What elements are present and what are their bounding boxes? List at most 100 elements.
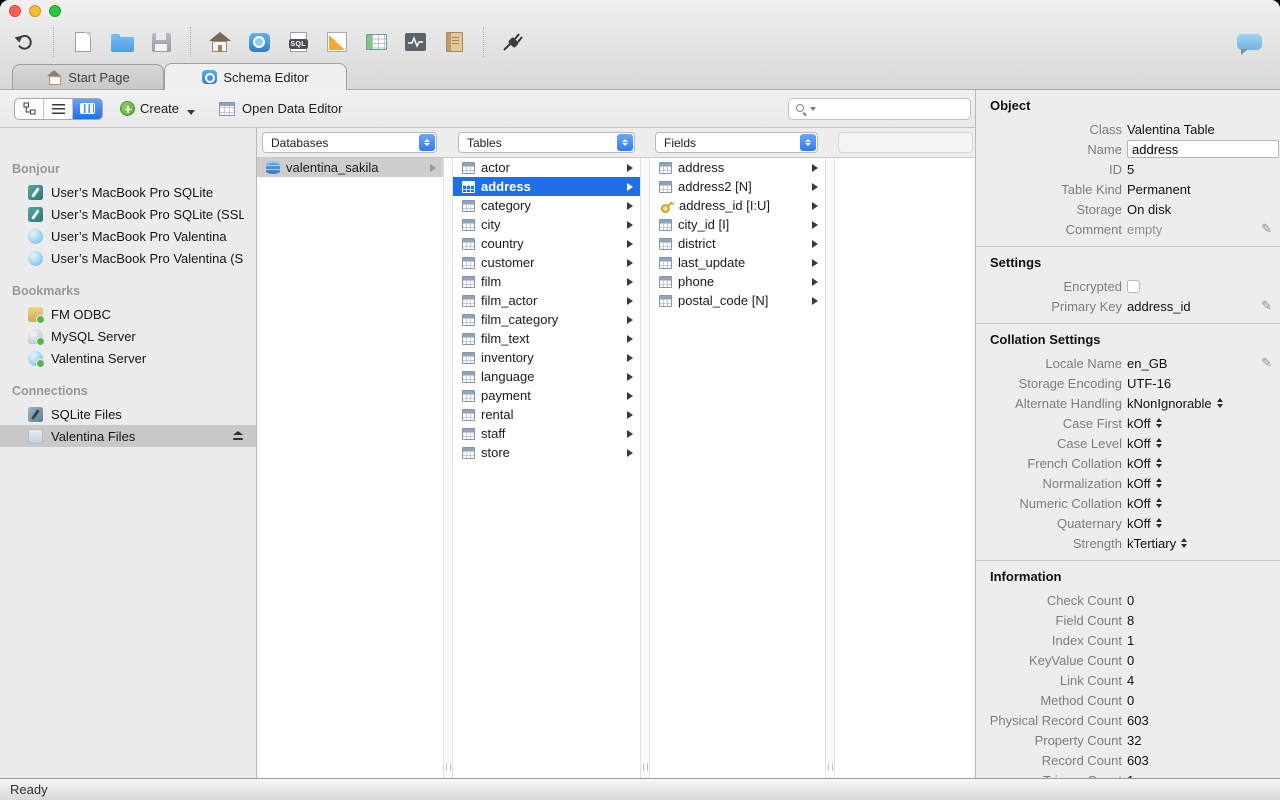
pencil-icon[interactable]: ✎ (1261, 355, 1272, 371)
field-row[interactable]: address_id [I:U] (650, 196, 825, 215)
open-button[interactable] (110, 26, 134, 58)
table-row[interactable]: country (453, 234, 640, 253)
new-document-button[interactable] (71, 26, 95, 58)
information-rows: Check Count 0 Field Count (976, 590, 1280, 778)
property-row: Physical Record Count 603 (976, 710, 1280, 730)
table-row[interactable]: store (453, 443, 640, 462)
fields-list: address address2 [N] address_id [I:U] ci… (650, 158, 825, 778)
search-options-caret-icon[interactable] (810, 107, 816, 111)
table-row[interactable]: film_category (453, 310, 640, 329)
table-icon (462, 314, 475, 326)
log-viewer-button[interactable] (442, 26, 466, 58)
column-resize-handle[interactable] (443, 158, 453, 778)
table-row[interactable]: film_actor (453, 291, 640, 310)
create-button[interactable]: Create (120, 101, 195, 116)
sidebar-item-sqlite-files[interactable]: SQLite Files (0, 403, 256, 425)
table-icon (462, 200, 475, 212)
server-admin-button[interactable] (403, 26, 427, 58)
field-row[interactable]: city_id [I] (650, 215, 825, 234)
table-row[interactable]: inventory (453, 348, 640, 367)
encrypted-checkbox[interactable] (1127, 280, 1140, 293)
close-window-button[interactable] (9, 5, 21, 17)
field-row[interactable]: phone (650, 272, 825, 291)
chevron-down-icon[interactable] (187, 110, 195, 115)
value-stepper-icon[interactable] (1156, 478, 1162, 488)
dropdown-stepper-icon (617, 134, 633, 151)
open-data-editor-button[interactable]: Open Data Editor (219, 101, 342, 116)
tables-dropdown[interactable]: Tables (458, 132, 635, 153)
sidebar-item-fm-odbc[interactable]: FM ODBC (0, 303, 256, 325)
table-row[interactable]: address (453, 177, 640, 196)
pencil-icon[interactable]: ✎ (1261, 221, 1272, 237)
table-row[interactable]: rental (453, 405, 640, 424)
empty-dropdown[interactable] (838, 132, 973, 153)
chevron-right-icon (627, 316, 633, 324)
field-icon (659, 162, 672, 174)
table-row[interactable]: payment (453, 386, 640, 405)
sidebar-item-bonjour-valentina[interactable]: User’s MacBook Pro Valentina (0, 225, 256, 247)
sidebar-item-bonjour-sqlite-ssl[interactable]: User’s MacBook Pro SQLite (SSL) (0, 203, 256, 225)
field-row[interactable]: address (650, 158, 825, 177)
sqlite-files-icon (28, 407, 43, 422)
field-row[interactable]: address2 [N] (650, 177, 825, 196)
value-stepper-icon[interactable] (1156, 518, 1162, 528)
tab-schema-editor[interactable]: Schema Editor (164, 63, 347, 90)
zoom-window-button[interactable] (49, 5, 61, 17)
field-row[interactable]: postal_code [N] (650, 291, 825, 310)
value-stepper-icon[interactable] (1156, 438, 1162, 448)
value-stepper-icon[interactable] (1156, 498, 1162, 508)
tab-start-page[interactable]: Start Page (12, 64, 164, 89)
eject-button[interactable] (232, 431, 244, 441)
search-input[interactable] (818, 101, 964, 117)
column-resize-handle[interactable] (640, 158, 650, 778)
name-input[interactable] (1127, 140, 1279, 158)
value-stepper-icon[interactable] (1156, 418, 1162, 428)
tree-view-button[interactable] (15, 99, 44, 119)
table-row[interactable]: language (453, 367, 640, 386)
list-view-button[interactable] (44, 99, 73, 119)
property-value: empty (1127, 222, 1162, 237)
property-row: French Collation kOff (976, 453, 1280, 473)
table-row[interactable]: category (453, 196, 640, 215)
sidebar-item-mysql-server[interactable]: MySQL Server (0, 325, 256, 347)
table-row[interactable]: actor (453, 158, 640, 177)
start-page-button[interactable] (208, 26, 232, 58)
table-row[interactable]: customer (453, 253, 640, 272)
field-row[interactable]: last_update (650, 253, 825, 272)
fields-dropdown[interactable]: Fields (655, 132, 818, 153)
pencil-icon[interactable]: ✎ (1261, 298, 1272, 314)
valentina-server-icon (28, 251, 43, 266)
minimize-window-button[interactable] (29, 5, 41, 17)
schema-editor-button[interactable] (247, 26, 271, 58)
value-stepper-icon[interactable] (1181, 538, 1187, 548)
value-stepper-icon[interactable] (1217, 398, 1223, 408)
property-value: 0 (1127, 653, 1134, 668)
sidebar-item-valentina-files[interactable]: Valentina Files (0, 425, 256, 447)
column-view-button[interactable] (73, 99, 102, 119)
save-button[interactable] (149, 26, 173, 58)
connection-button[interactable] (501, 26, 525, 58)
databases-dropdown[interactable]: Databases (262, 132, 437, 153)
property-value: 603 (1127, 713, 1149, 728)
sql-editor-button[interactable]: SQL (286, 26, 310, 58)
table-row[interactable]: film (453, 272, 640, 291)
table-icon (462, 295, 475, 307)
table-icon (462, 409, 475, 421)
column-resize-handle[interactable] (825, 158, 835, 778)
value-stepper-icon[interactable] (1156, 458, 1162, 468)
table-row[interactable]: film_text (453, 329, 640, 348)
table-row[interactable]: city (453, 215, 640, 234)
sidebar-item-valentina-server[interactable]: Valentina Server (0, 347, 256, 369)
sidebar-item-bonjour-sqlite[interactable]: User’s MacBook Pro SQLite (0, 181, 256, 203)
dropdown-stepper-icon (800, 134, 816, 151)
sidebar-item-bonjour-valentina-ssl[interactable]: User’s MacBook Pro Valentina (S... (0, 247, 256, 269)
chevron-right-icon (812, 259, 818, 267)
database-row[interactable]: valentina_sakila (257, 158, 443, 177)
data-editor-button[interactable] (364, 26, 388, 58)
undo-button[interactable] (12, 26, 36, 58)
diagram-editor-button[interactable] (325, 26, 349, 58)
table-row[interactable]: staff (453, 424, 640, 443)
field-row[interactable]: district (650, 234, 825, 253)
chevron-right-icon (812, 297, 818, 305)
feedback-button[interactable] (1237, 26, 1262, 58)
